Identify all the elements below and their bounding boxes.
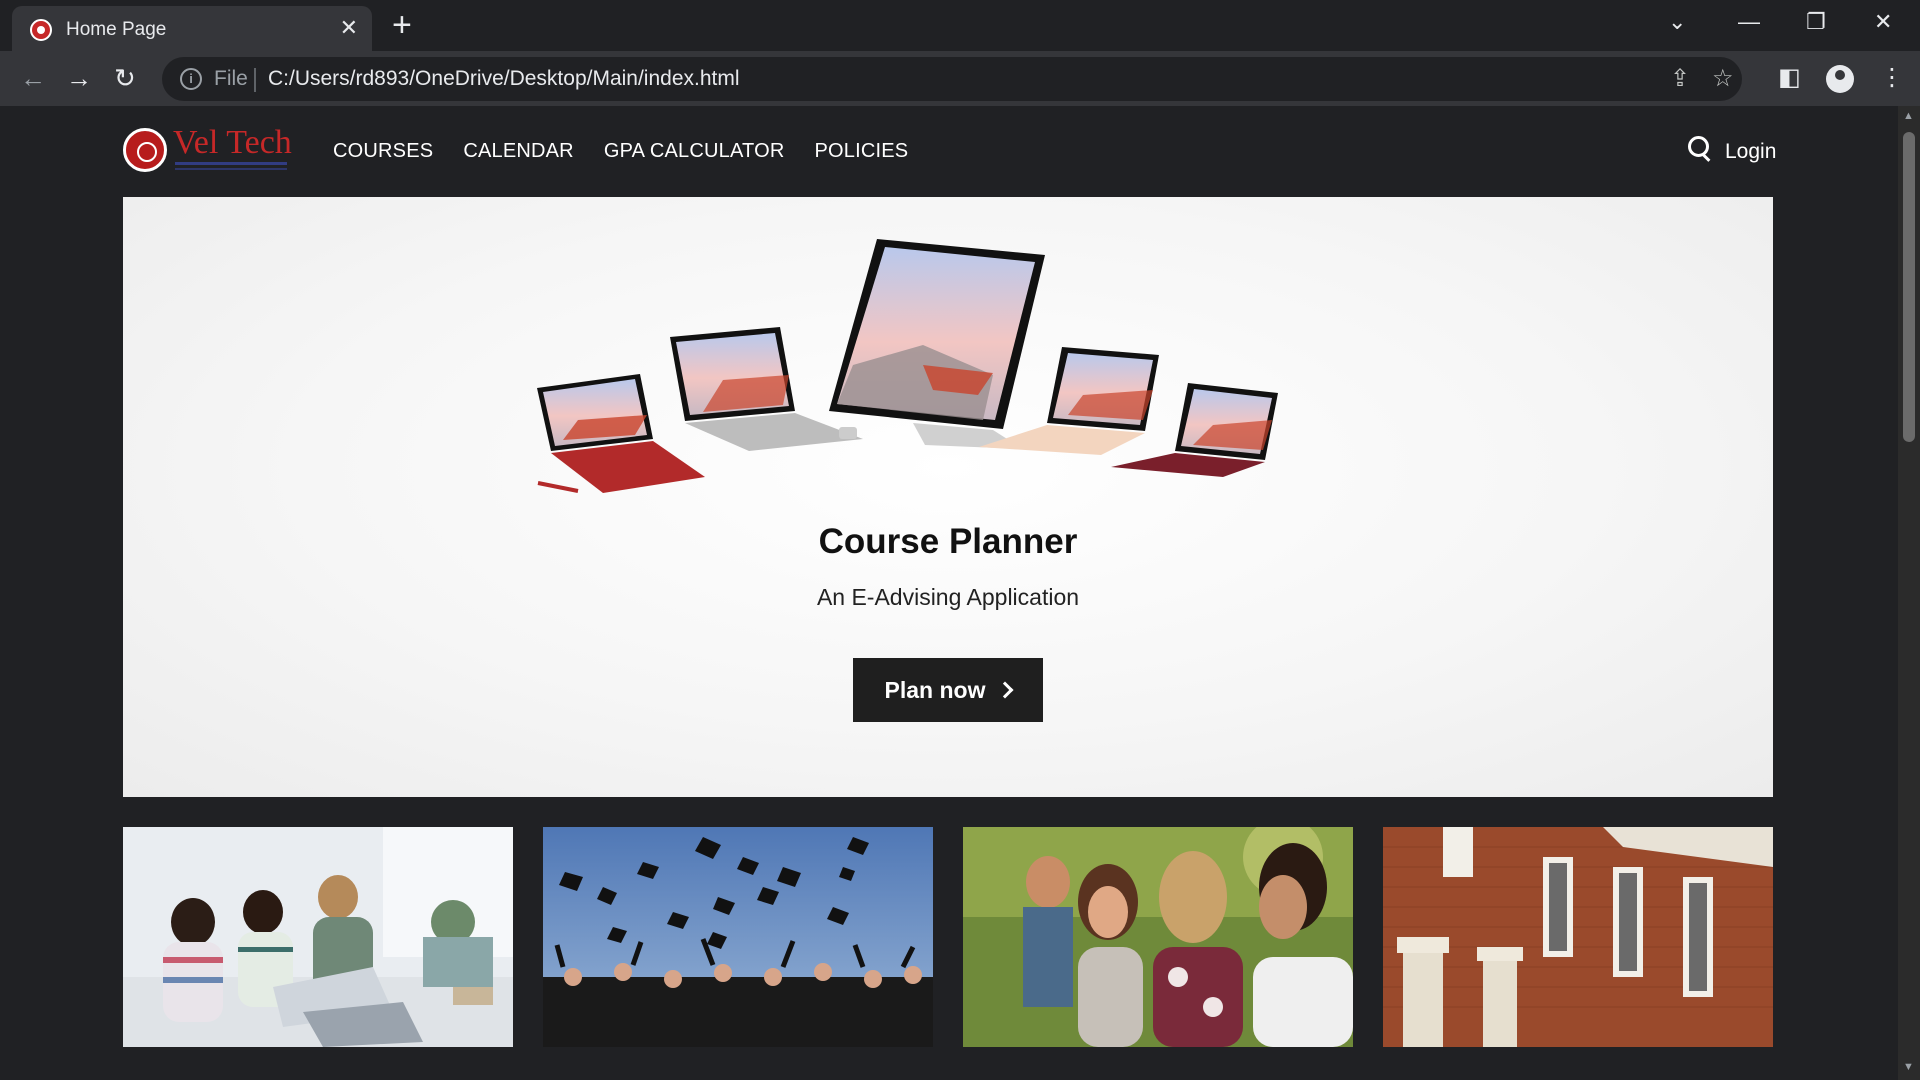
address-bar[interactable]: i File C:/Users/rd893/OneDrive/Desktop/M… — [162, 57, 1742, 101]
chevron-down-icon[interactable]: ⌄ — [1668, 8, 1686, 36]
feature-tiles — [123, 827, 1773, 1047]
star-icon[interactable]: ☆ — [1712, 65, 1734, 93]
url-scheme: File — [214, 67, 248, 90]
logo-tagline-line — [175, 162, 287, 165]
scroll-up-icon[interactable]: ▲ — [1903, 110, 1914, 122]
plan-now-button[interactable]: Plan now — [853, 658, 1043, 722]
plan-now-label: Plan now — [884, 676, 986, 703]
chevron-right-icon — [996, 681, 1014, 699]
scroll-thumb[interactable] — [1903, 132, 1915, 442]
logo-seal-icon — [123, 128, 167, 172]
side-panel-icon[interactable]: ◧ — [1778, 63, 1801, 93]
close-window-icon[interactable]: ✕ — [1874, 8, 1892, 36]
search-icon[interactable] — [1688, 136, 1712, 160]
profile-icon[interactable] — [1826, 65, 1854, 93]
browser-tab[interactable]: Home Page ✕ — [12, 6, 372, 51]
main-menu: COURSES CALENDAR GPA CALCULATOR POLICIES — [333, 140, 908, 163]
kebab-menu-icon[interactable]: ⋮ — [1880, 63, 1904, 93]
favicon-icon — [30, 19, 52, 41]
hero-devices-image — [537, 239, 1278, 493]
nav-courses[interactable]: COURSES — [333, 140, 433, 163]
logo-tagline-line — [175, 168, 287, 170]
info-icon[interactable]: i — [180, 68, 202, 90]
page-scrollbar[interactable]: ▲ ▼ — [1898, 106, 1920, 1080]
minimize-icon[interactable]: — — [1738, 8, 1760, 36]
tile-students-studying-image[interactable] — [123, 827, 513, 1047]
tile-graduation-image[interactable] — [543, 827, 933, 1047]
hero-banner: Course Planner An E-Advising Application… — [123, 197, 1773, 797]
hero-subtitle: An E-Advising Application — [816, 584, 1080, 610]
site-logo[interactable]: Vel Tech — [123, 124, 293, 178]
logo-text: Vel Tech — [173, 124, 292, 161]
site-header: Vel Tech COURSES CALENDAR GPA CALCULATOR… — [123, 106, 1776, 196]
login-link[interactable]: Login — [1725, 140, 1776, 164]
page-viewport: Vel Tech COURSES CALENDAR GPA CALCULATOR… — [0, 106, 1898, 1080]
back-icon[interactable]: ← — [20, 61, 46, 95]
restore-icon[interactable]: ❐ — [1806, 8, 1826, 36]
url-separator — [254, 68, 256, 92]
tile-friends-image[interactable] — [963, 827, 1353, 1047]
reload-icon[interactable]: ↻ — [114, 61, 136, 95]
nav-calendar[interactable]: CALENDAR — [463, 140, 574, 163]
close-icon[interactable]: ✕ — [340, 15, 358, 41]
forward-icon[interactable]: → — [66, 61, 92, 95]
nav-policies[interactable]: POLICIES — [814, 140, 908, 163]
hero-title: Course Planner — [818, 522, 1078, 561]
nav-gpa-calculator[interactable]: GPA CALCULATOR — [604, 140, 785, 163]
tile-campus-building-image[interactable] — [1383, 827, 1773, 1047]
browser-toolbar: ← → ↻ i File C:/Users/rd893/OneDrive/Des… — [0, 51, 1920, 106]
url-text[interactable]: C:/Users/rd893/OneDrive/Desktop/Main/ind… — [268, 67, 740, 91]
share-icon[interactable]: ⇪ — [1670, 65, 1690, 93]
browser-tab-strip: Home Page ✕ + ⌄ — ❐ ✕ — [0, 0, 1920, 51]
tab-title: Home Page — [66, 19, 167, 40]
scroll-down-icon[interactable]: ▼ — [1903, 1061, 1914, 1073]
plus-icon[interactable]: + — [392, 8, 412, 42]
